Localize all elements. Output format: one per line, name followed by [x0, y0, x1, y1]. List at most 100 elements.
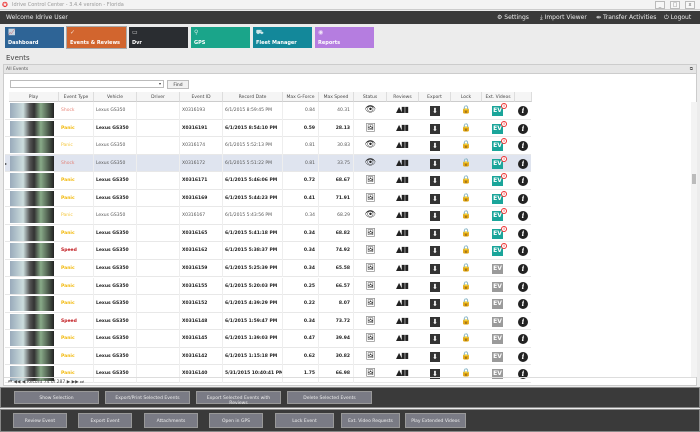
- reviews-icon[interactable]: ▲▮▮: [392, 210, 412, 220]
- event-button-review-event[interactable]: Review Event: [13, 413, 67, 428]
- column-header-driver[interactable]: Driver: [137, 92, 180, 102]
- video-thumbnail[interactable]: [10, 155, 54, 171]
- info-icon[interactable]: i: [518, 351, 528, 362]
- info-icon[interactable]: i: [518, 246, 528, 257]
- eye-icon[interactable]: 👁: [364, 210, 377, 220]
- column-header-ext-videos[interactable]: Ext. Videos: [482, 92, 515, 102]
- lock-icon[interactable]: 🔒: [461, 158, 471, 168]
- video-thumbnail[interactable]: [10, 348, 54, 364]
- image-icon[interactable]: 🖼: [364, 351, 377, 361]
- reviews-icon[interactable]: ▲▮▮: [392, 316, 412, 326]
- table-row[interactable]: Shock Lexus GS350 X0316193 6/1/2015 8:59:45…: [5, 102, 531, 120]
- image-icon[interactable]: 🖼: [364, 333, 377, 343]
- export-download-icon[interactable]: ⬇: [430, 176, 440, 187]
- ext-video-icon[interactable]: EV!: [492, 173, 507, 187]
- table-row[interactable]: Panic Lexus GS350 X0316155 6/1/2015 5:20:03…: [5, 277, 531, 295]
- event-button-open-in-gps[interactable]: Open in GPS: [209, 413, 263, 428]
- reviews-icon[interactable]: ▲▮▮: [392, 263, 412, 273]
- table-row[interactable]: Panic Lexus GS350 X0316152 6/1/2015 4:39:29…: [5, 295, 531, 313]
- table-row[interactable]: Panic Lexus GS350 X0316159 6/1/2015 5:25:39…: [5, 259, 531, 278]
- reviews-icon[interactable]: ▲▮▮: [392, 105, 412, 115]
- table-row[interactable]: Speed Lexus GS350 X0316148 6/1/2015 1:59:47…: [5, 312, 531, 331]
- selection-button-2[interactable]: Export Selected Events with Reviews: [196, 391, 281, 406]
- video-thumbnail[interactable]: [10, 225, 54, 241]
- table-row[interactable]: Panic Lexus GS350 X0316142 6/1/2015 1:15:18…: [5, 347, 531, 366]
- export-download-icon[interactable]: ⬇: [430, 334, 440, 345]
- ext-video-icon[interactable]: EV!: [492, 225, 507, 239]
- info-icon[interactable]: i: [518, 299, 528, 310]
- export-download-icon[interactable]: ⬇: [430, 299, 440, 310]
- info-icon[interactable]: i: [518, 211, 528, 222]
- logout-link[interactable]: ⏻ Logout: [664, 14, 691, 22]
- search-combobox[interactable]: ▾: [10, 80, 164, 88]
- selection-button-3[interactable]: Delete Selected Events: [287, 391, 372, 404]
- image-icon[interactable]: 🖼: [364, 228, 377, 238]
- lock-icon[interactable]: 🔒: [461, 298, 471, 308]
- last-record-button[interactable]: ⏭: [80, 380, 84, 385]
- video-thumbnail[interactable]: [10, 296, 54, 312]
- video-thumbnail[interactable]: [10, 120, 54, 136]
- table-row[interactable]: Panic Lexus GS350 X0316169 6/1/2015 5:44:23…: [5, 189, 531, 208]
- info-icon[interactable]: i: [518, 158, 528, 169]
- export-download-icon[interactable]: ⬇: [430, 263, 440, 274]
- reviews-icon[interactable]: ▲▮▮: [392, 193, 412, 203]
- video-thumbnail[interactable]: [10, 190, 54, 206]
- export-download-icon[interactable]: ⬇: [430, 228, 440, 239]
- image-icon[interactable]: 🖼: [364, 281, 377, 291]
- ext-video-icon[interactable]: EV!: [492, 155, 507, 169]
- image-icon[interactable]: 🖼: [364, 245, 377, 255]
- column-header-event-type[interactable]: Event Type: [59, 92, 94, 102]
- close-button[interactable]: x: [685, 1, 695, 9]
- info-icon[interactable]: i: [518, 176, 528, 187]
- column-header-export[interactable]: Export: [419, 92, 451, 102]
- lock-icon[interactable]: 🔒: [461, 123, 471, 133]
- table-row[interactable]: Panic Lexus GS350 X0316174 6/1/2015 5:52:13…: [5, 137, 531, 155]
- tile-dvr[interactable]: ▭ Dvr: [129, 27, 188, 48]
- image-icon[interactable]: 🖼: [364, 316, 377, 326]
- lock-icon[interactable]: 🔒: [461, 316, 471, 326]
- info-icon[interactable]: i: [518, 263, 528, 274]
- eye-icon[interactable]: 👁: [364, 158, 377, 168]
- export-download-icon[interactable]: ⬇: [430, 193, 440, 204]
- transfer-activities-link[interactable]: ⇹ Transfer Activities: [596, 14, 656, 21]
- table-row[interactable]: Panic Lexus GS350 X0316167 6/1/2015 5:43:56…: [5, 207, 531, 225]
- lock-icon[interactable]: 🔒: [461, 333, 471, 343]
- video-thumbnail[interactable]: [10, 278, 54, 294]
- table-row[interactable]: Speed Lexus GS350 X0316162 6/1/2015 5:38:37…: [5, 242, 531, 260]
- ext-video-icon[interactable]: EV: [492, 351, 503, 362]
- selection-button-1[interactable]: Export/Print Selected Events: [105, 391, 190, 404]
- column-header-record-date[interactable]: Record Date: [223, 92, 283, 102]
- next-page-button[interactable]: ▶▶: [72, 380, 79, 385]
- column-header-info[interactable]: [515, 92, 532, 102]
- table-row[interactable]: Panic Lexus GS350 X0316171 6/1/2015 5:46:06…: [5, 172, 531, 190]
- export-download-icon[interactable]: ⬇: [430, 106, 440, 116]
- prev-record-button[interactable]: ◀: [22, 380, 25, 385]
- reviews-icon[interactable]: ▲▮▮: [392, 175, 412, 185]
- ext-video-icon[interactable]: EV!: [492, 243, 507, 257]
- info-icon[interactable]: i: [518, 281, 528, 292]
- dropdown-arrow-icon[interactable]: ▾: [159, 81, 161, 86]
- ext-video-icon[interactable]: EV!: [492, 190, 507, 204]
- ext-video-icon[interactable]: EV: [492, 263, 503, 274]
- export-download-icon[interactable]: ⬇: [430, 211, 440, 222]
- video-thumbnail[interactable]: [10, 173, 54, 189]
- image-icon[interactable]: 🖼: [364, 193, 377, 203]
- lock-icon[interactable]: 🔒: [461, 105, 471, 115]
- reviews-icon[interactable]: ▲▮▮: [392, 245, 412, 255]
- image-icon[interactable]: 🖼: [364, 263, 377, 273]
- reviews-icon[interactable]: ▲▮▮: [392, 281, 412, 291]
- export-download-icon[interactable]: ⬇: [430, 351, 440, 362]
- reviews-icon[interactable]: ▲▮▮: [392, 158, 412, 168]
- table-row[interactable]: Panic Lexus GS350 X0316145 6/1/2015 1:39:03…: [5, 330, 531, 348]
- export-download-icon[interactable]: ⬇: [430, 158, 440, 169]
- info-icon[interactable]: i: [518, 334, 528, 345]
- info-icon[interactable]: i: [518, 123, 528, 134]
- export-download-icon[interactable]: ⬇: [430, 141, 440, 152]
- lock-icon[interactable]: 🔒: [461, 281, 471, 291]
- info-icon[interactable]: i: [518, 141, 528, 152]
- ext-video-icon[interactable]: EV: [492, 281, 503, 292]
- selection-button-0[interactable]: Show Selection: [14, 391, 99, 404]
- video-thumbnail[interactable]: [10, 138, 54, 154]
- video-thumbnail[interactable]: [10, 331, 54, 347]
- reviews-icon[interactable]: ▲▮▮: [392, 333, 412, 343]
